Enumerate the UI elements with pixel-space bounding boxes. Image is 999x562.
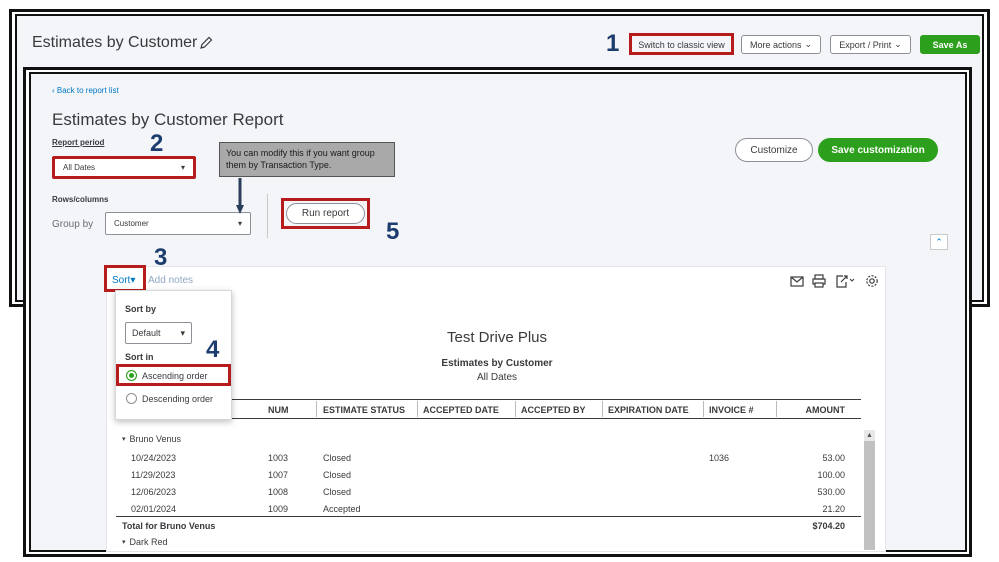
report-company-name: Test Drive Plus	[446, 329, 548, 346]
row-amount[interactable]: 100.00	[782, 468, 845, 481]
gear-icon[interactable]	[864, 273, 880, 289]
descending-radio[interactable]	[126, 393, 137, 404]
total-amount[interactable]: $704.20	[772, 519, 845, 532]
group-by-label: Group by	[52, 219, 94, 230]
print-icon[interactable]	[811, 273, 827, 289]
group-row-dark-red[interactable]: ▾ Dark Red	[122, 535, 168, 548]
scroll-up-icon[interactable]: ▲	[864, 430, 875, 441]
report-title: Estimates by Customer Report	[52, 110, 284, 129]
page-title: Estimates by Customer	[32, 34, 198, 51]
divider	[267, 194, 268, 238]
column-header-amount[interactable]: AMOUNT	[782, 402, 846, 418]
column-separator	[703, 401, 704, 417]
column-separator	[776, 401, 777, 417]
export-icon[interactable]	[834, 273, 856, 289]
save-customization-button[interactable]: Save customization	[818, 138, 938, 162]
ascending-radio[interactable]	[126, 370, 137, 381]
column-separator	[602, 401, 603, 417]
run-report-button[interactable]: Run report	[286, 203, 365, 224]
group-by-value: Customer	[114, 219, 149, 228]
total-label: Total for Bruno Venus	[122, 520, 216, 531]
chevron-down-icon: ⌄	[894, 39, 902, 49]
row-num[interactable]: 1009	[268, 502, 288, 515]
chevron-down-icon: ⌄	[804, 39, 813, 49]
highlight-box	[629, 33, 734, 55]
column-header-num[interactable]: NUM	[268, 402, 289, 418]
column-header-expiration-date[interactable]: EXPIRATION DATE	[608, 402, 689, 418]
step-number-3: 3	[154, 244, 168, 271]
report-dates: All Dates	[476, 372, 517, 383]
row-status: Closed	[323, 486, 352, 497]
step-number-1: 1	[606, 30, 620, 57]
ascending-label[interactable]: Ascending order	[142, 371, 208, 381]
more-actions-label: More actions	[749, 39, 802, 50]
rows-columns-label: Rows/columns	[52, 195, 109, 204]
caret-down-icon: ▾	[122, 435, 126, 443]
group-name: Bruno Venus	[129, 433, 182, 444]
column-separator	[515, 401, 516, 417]
save-as-button[interactable]: Save As	[920, 35, 980, 54]
report-period-label: Report period	[52, 138, 105, 147]
row-date[interactable]: 12/06/2023	[131, 485, 176, 498]
row-num[interactable]: 1007	[268, 468, 288, 481]
report-period-value: All Dates	[63, 163, 96, 172]
pencil-icon[interactable]	[198, 35, 214, 51]
row-status: Accepted	[323, 503, 361, 514]
collapse-chevron-up-icon[interactable]: ⌃	[930, 234, 948, 250]
sort-in-label: Sort in	[125, 352, 154, 362]
report-name: Estimates by Customer	[441, 358, 553, 369]
annotation-tooltip: You can modify this if you want group th…	[219, 142, 395, 177]
step-number-2: 2	[150, 130, 164, 157]
row-amount[interactable]: 53.00	[782, 451, 845, 464]
customize-button[interactable]: Customize	[735, 138, 813, 162]
row-date[interactable]: 11/29/2023	[131, 468, 175, 481]
email-icon[interactable]	[789, 273, 805, 289]
caret-down-icon: ▾	[122, 538, 126, 546]
scrollbar-thumb[interactable]	[864, 441, 875, 550]
step-number-5: 5	[386, 218, 400, 245]
highlight-box	[104, 265, 146, 292]
total-rule	[116, 516, 861, 517]
column-separator	[417, 401, 418, 417]
column-header-accepted-by[interactable]: ACCEPTED BY	[521, 402, 586, 418]
group-name: Dark Red	[129, 536, 168, 547]
column-header-estimate-status[interactable]: ESTIMATE STATUS	[323, 402, 405, 418]
back-link-label: Back to report list	[56, 86, 119, 95]
more-actions-button[interactable]: More actions ⌄	[741, 35, 821, 54]
caret-down-icon: ▾	[237, 219, 242, 228]
row-num[interactable]: 1003	[268, 451, 288, 464]
column-header-accepted-date[interactable]: ACCEPTED DATE	[423, 402, 499, 418]
sort-by-label: Sort by	[125, 304, 157, 314]
caret-down-icon: ▾	[180, 163, 185, 172]
group-row-bruno-venus[interactable]: ▾ Bruno Venus	[122, 432, 181, 445]
arrow-down-icon	[236, 178, 244, 214]
row-invoice[interactable]: 1036	[709, 451, 729, 464]
back-to-report-list-link[interactable]: ‹ Back to report list	[52, 86, 119, 95]
row-amount[interactable]: 530.00	[782, 485, 845, 498]
column-header-invoice[interactable]: INVOICE #	[709, 402, 754, 418]
add-notes-link[interactable]: Add notes	[148, 275, 193, 286]
caret-down-icon: ▾	[180, 327, 185, 338]
export-print-button[interactable]: Export / Print ⌄	[830, 35, 911, 54]
row-status: Closed	[323, 469, 352, 480]
step-number-4: 4	[206, 336, 220, 363]
row-status: Closed	[323, 452, 352, 463]
column-separator	[316, 401, 317, 417]
row-num[interactable]: 1008	[268, 485, 288, 498]
group-by-select[interactable]: Customer ▾	[105, 212, 251, 235]
sort-by-select[interactable]: Default ▾	[125, 322, 192, 344]
export-print-label: Export / Print	[839, 39, 892, 50]
sort-by-value: Default	[132, 328, 161, 338]
row-date[interactable]: 10/24/2023	[131, 451, 176, 464]
report-period-select[interactable]: All Dates ▾	[52, 156, 196, 179]
descending-label[interactable]: Descending order	[142, 394, 213, 404]
row-date[interactable]: 02/01/2024	[131, 502, 176, 515]
row-amount[interactable]: 21.20	[782, 502, 845, 515]
